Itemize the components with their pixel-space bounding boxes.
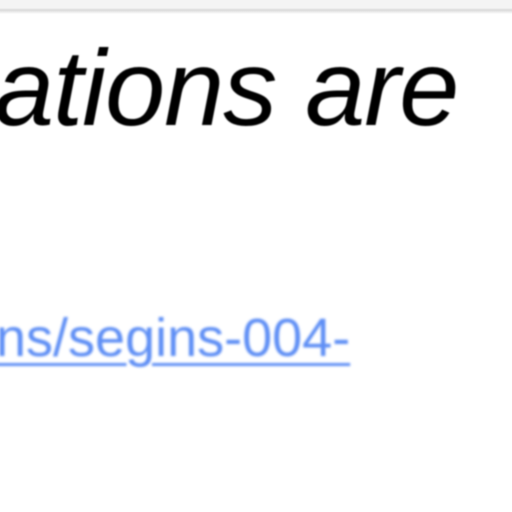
browser-viewport: ations are ns/segins-004- — [0, 0, 512, 512]
page-content: ations are ns/segins-004- — [0, 0, 512, 512]
page-heading-fragment: ations are — [0, 27, 459, 148]
segins-link[interactable]: ns/segins-004- — [0, 311, 350, 365]
